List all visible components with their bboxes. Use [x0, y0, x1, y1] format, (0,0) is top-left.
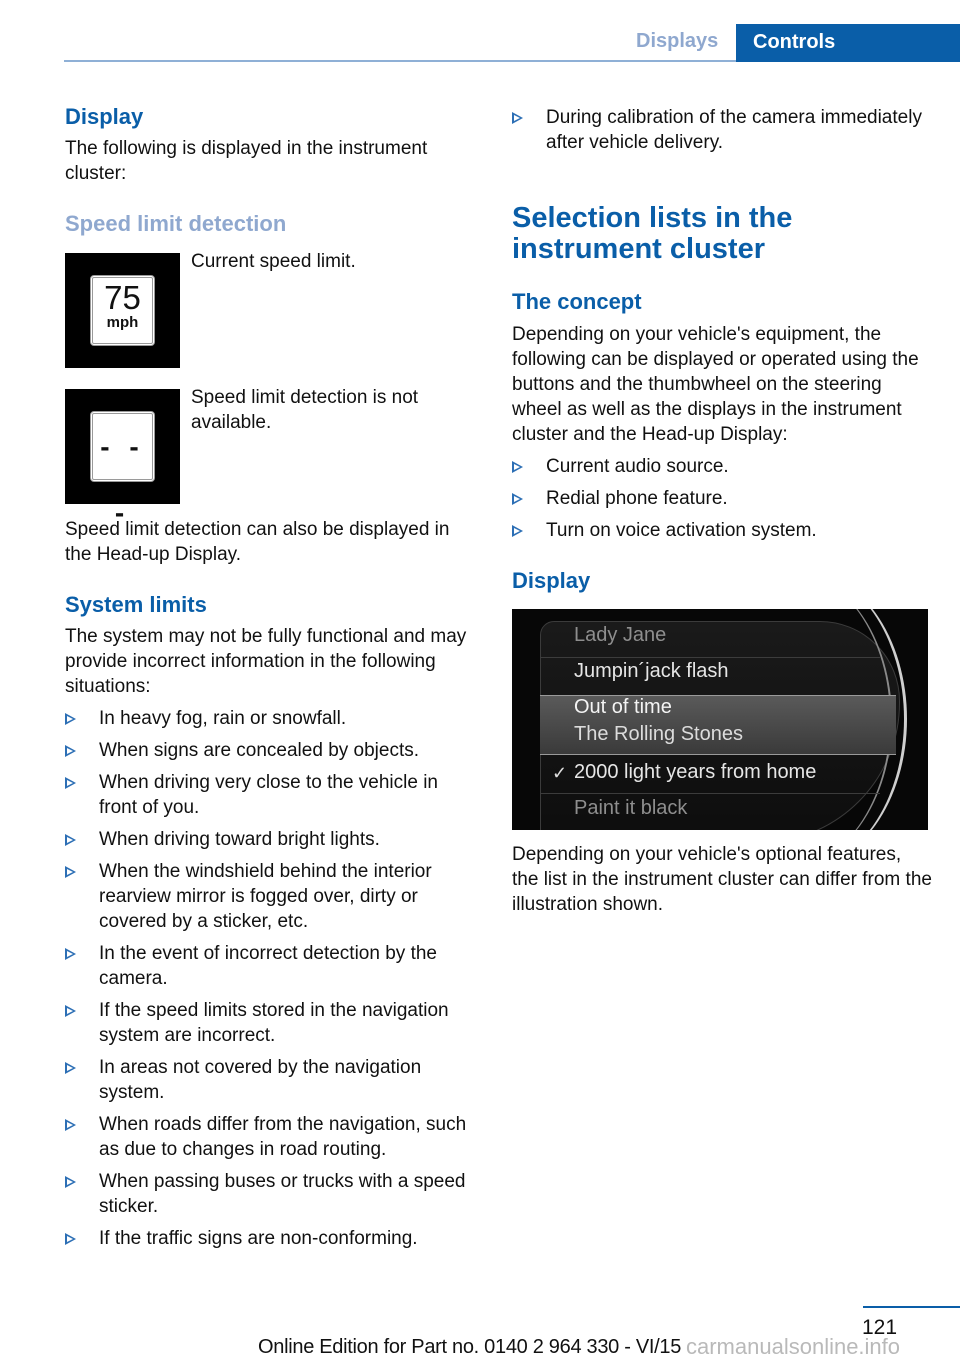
cluster-note: Depending on your vehicle's optional fea… — [512, 844, 932, 915]
list-item: Turn on voice activation system. — [512, 518, 932, 543]
hud-note: Speed limit detection can also be displa… — [65, 519, 450, 565]
bullet-triangle-icon — [512, 112, 523, 124]
bullet-triangle-icon — [65, 834, 76, 846]
list-item: In the event of incorrect detection by t… — [65, 941, 477, 991]
sign-caption-unavailable: Speed limit detection is not available. — [191, 387, 419, 433]
list-item: When signs are concealed by objects. — [65, 738, 477, 763]
bullet-triangle-icon — [65, 745, 76, 757]
bullet-triangle-icon — [65, 1119, 76, 1131]
concept-heading: The concept — [512, 289, 642, 314]
bullet-triangle-icon — [65, 1005, 76, 1017]
bullet-triangle-icon — [512, 461, 523, 473]
list-item: When driving very close to the vehicle i… — [65, 770, 477, 820]
checkmark-icon: ✓ — [552, 763, 568, 783]
speed-limit-unavailable-sign-icon: - - - — [65, 389, 180, 528]
cluster-list-item: Jumpin´jack flash — [574, 660, 729, 682]
list-item: In heavy fog, rain or snowfall. — [65, 706, 477, 731]
system-limits-list: In heavy fog, rain or snowfall. When sig… — [65, 706, 477, 1258]
display-heading: Display — [65, 104, 144, 129]
sign-speed-unit: mph — [106, 314, 139, 331]
bullet-triangle-icon — [512, 525, 523, 537]
list-item: Redial phone feature. — [512, 486, 932, 511]
cluster-separator — [540, 793, 880, 794]
list-item: In areas not covered by the navigation s… — [65, 1055, 477, 1105]
selection-lists-heading: Selection lists in the instrument cluste… — [512, 202, 793, 265]
list-item: If the speed limits stored in the naviga… — [65, 998, 477, 1048]
bullet-triangle-icon — [65, 1176, 76, 1188]
section-tab-displays[interactable]: Displays — [636, 30, 718, 53]
chapter-tab-controls[interactable]: Controls — [736, 24, 960, 62]
speed-limit-heading: Speed limit detection — [65, 211, 287, 236]
list-item: When the windshield behind the interior … — [65, 859, 477, 934]
bullet-triangle-icon — [512, 493, 523, 505]
cluster-list-item: Paint it black — [574, 797, 688, 819]
bullet-triangle-icon — [65, 1062, 76, 1074]
continued-list: During calibration of the camera immedia… — [512, 105, 932, 162]
concept-list: Current audio source. Redial phone featu… — [512, 454, 932, 550]
list-item: When passing buses or trucks with a spee… — [65, 1169, 477, 1219]
header-rule — [64, 60, 736, 62]
system-limits-heading: System limits — [65, 592, 207, 617]
list-item: When roads differ from the navigation, s… — [65, 1112, 477, 1162]
list-item: When driving toward bright lights. — [65, 827, 477, 852]
bullet-triangle-icon — [65, 1233, 76, 1245]
cluster-list-item-subtitle: The Rolling Stones — [574, 723, 743, 745]
display-intro: The following is displayed in the instru… — [65, 138, 428, 184]
list-item: If the traffic signs are non-conforming. — [65, 1226, 477, 1251]
bullet-triangle-icon — [65, 713, 76, 725]
list-item: During calibration of the camera immedia… — [512, 105, 932, 155]
list-item: Current audio source. — [512, 454, 932, 479]
edition-text: Online Edition for Part no. 0140 2 964 3… — [258, 1336, 682, 1358]
footer-rule — [863, 1306, 960, 1308]
instrument-cluster-selection-list-image: Lady Jane Jumpin´jack flash Out of time … — [512, 609, 928, 830]
bullet-triangle-icon — [65, 777, 76, 789]
concept-text: Depending on your vehicle's equipment, t… — [512, 324, 919, 445]
cluster-list-item-selected: Out of time — [574, 696, 672, 718]
cluster-list-item: Lady Jane — [574, 624, 667, 646]
cluster-list-item-checked: 2000 light years from home — [574, 761, 817, 783]
watermark: carmanualsonline.info — [686, 1334, 901, 1359]
sign-caption-current-limit: Current speed limit. — [191, 251, 356, 272]
bullet-triangle-icon — [65, 866, 76, 878]
sign-speed-number: 75 — [104, 279, 141, 316]
speed-limit-75-mph-sign-icon: 75 mph — [65, 253, 180, 368]
bullet-triangle-icon — [65, 948, 76, 960]
cluster-separator — [540, 657, 880, 658]
display-heading-right: Display — [512, 568, 591, 593]
system-limits-intro: The system may not be fully functional a… — [65, 626, 467, 697]
